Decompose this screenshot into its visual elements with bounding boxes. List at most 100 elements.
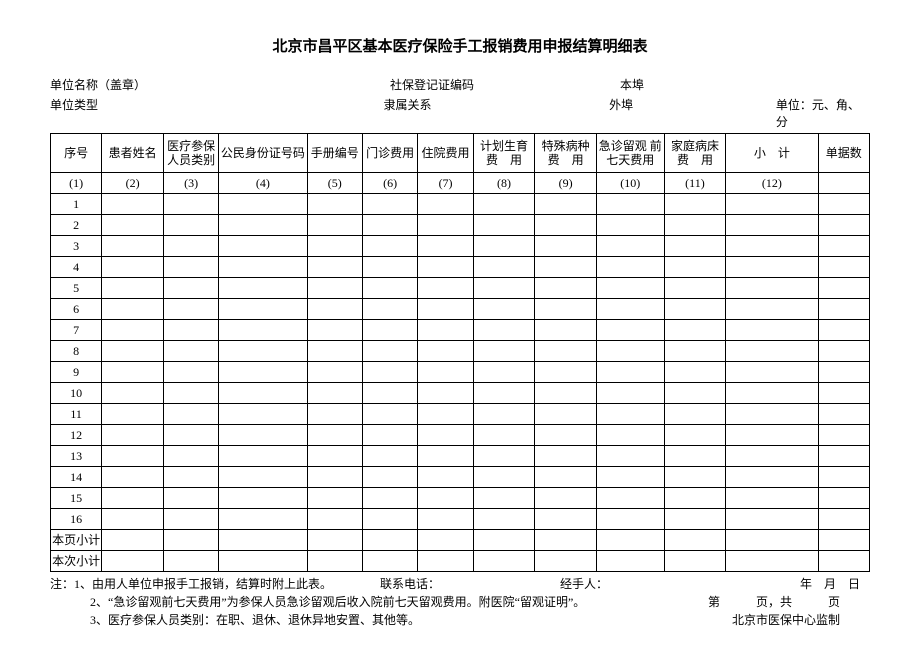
issuer: 北京市医保中心监制: [732, 611, 870, 629]
data-cell: [102, 215, 164, 236]
data-cell: [473, 362, 535, 383]
row-seq-cell: 5: [51, 278, 102, 299]
data-cell: [664, 467, 726, 488]
data-cell: [418, 404, 473, 425]
data-cell: [362, 404, 417, 425]
data-cell: [307, 362, 362, 383]
data-cell: [596, 278, 664, 299]
data-cell: [418, 383, 473, 404]
table-row: 7: [51, 320, 870, 341]
data-cell: [362, 341, 417, 362]
data-cell: [726, 404, 818, 425]
data-cell: [726, 362, 818, 383]
page-title: 北京市昌平区基本医疗保险手工报销费用申报结算明细表: [50, 35, 870, 56]
row-seq-cell: 9: [51, 362, 102, 383]
data-cell: [473, 299, 535, 320]
data-cell: [307, 236, 362, 257]
data-cell: [596, 467, 664, 488]
data-cell: [473, 404, 535, 425]
data-cell: [535, 488, 597, 509]
data-cell: [307, 194, 362, 215]
colnum-cell: (3): [163, 173, 218, 194]
table-row: 4: [51, 257, 870, 278]
data-cell: [726, 320, 818, 341]
data-cell: [219, 299, 307, 320]
data-cell: [726, 509, 818, 530]
hdr-home: 家庭病床 费 用: [664, 134, 726, 173]
data-cell: [535, 278, 597, 299]
data-cell: [219, 320, 307, 341]
hdr-book: 手册编号: [307, 134, 362, 173]
data-cell: [596, 488, 664, 509]
data-cell: [726, 425, 818, 446]
data-cell: [102, 236, 164, 257]
data-cell: [473, 425, 535, 446]
data-cell: [418, 278, 473, 299]
data-cell: [535, 341, 597, 362]
data-cell: [535, 257, 597, 278]
data-cell: [163, 299, 218, 320]
data-cell: [596, 320, 664, 341]
data-cell: [726, 278, 818, 299]
data-cell: [362, 488, 417, 509]
unit-type-label: 单位类型: [50, 96, 383, 130]
data-cell: [596, 299, 664, 320]
data-cell: [362, 299, 417, 320]
hdr-name: 患者姓名: [102, 134, 164, 173]
data-cell: [535, 425, 597, 446]
colnum-cell: (10): [596, 173, 664, 194]
remote-label: 外埠: [609, 96, 776, 130]
colnum-cell: [818, 173, 869, 194]
data-cell: [818, 362, 869, 383]
data-cell: [163, 425, 218, 446]
data-cell: [163, 194, 218, 215]
local-label: 本埠: [620, 76, 790, 93]
table-row: 8: [51, 341, 870, 362]
data-cell: [726, 236, 818, 257]
data-cell: [818, 278, 869, 299]
data-cell: [535, 404, 597, 425]
data-cell: [102, 488, 164, 509]
row-seq-cell: 1: [51, 194, 102, 215]
notes-block: 注： 1、由用人单位申报手工报销，结算时附上此表。 联系电话： 经手人： 年 月…: [50, 575, 870, 629]
colnum-cell: (11): [664, 173, 726, 194]
data-cell: [818, 467, 869, 488]
social-code-label: 社保登记证编码: [390, 76, 620, 93]
data-cell: [596, 509, 664, 530]
data-cell: [664, 236, 726, 257]
hdr-in: 住院费用: [418, 134, 473, 173]
data-cell: [818, 236, 869, 257]
data-cell: [219, 236, 307, 257]
data-cell: [219, 215, 307, 236]
table-row: 12: [51, 425, 870, 446]
data-cell: [418, 488, 473, 509]
row-seq-cell: 14: [51, 467, 102, 488]
data-cell: [664, 320, 726, 341]
data-cell: [307, 509, 362, 530]
data-cell: [473, 446, 535, 467]
data-cell: [418, 446, 473, 467]
data-cell: [818, 425, 869, 446]
hdr-emerg: 急诊留观 前七天费用: [596, 134, 664, 173]
data-cell: [102, 320, 164, 341]
data-cell: [163, 404, 218, 425]
data-cell: [219, 278, 307, 299]
data-cell: [163, 257, 218, 278]
hdr-out: 门诊费用: [362, 134, 417, 173]
data-cell: [307, 341, 362, 362]
data-cell: [102, 383, 164, 404]
this-subtotal-label: 本次小计: [51, 551, 102, 572]
row-seq-cell: 15: [51, 488, 102, 509]
relation-label: 隶属关系: [383, 96, 609, 130]
table-row: 6: [51, 299, 870, 320]
data-cell: [535, 362, 597, 383]
data-cell: [664, 488, 726, 509]
data-cell: [473, 341, 535, 362]
data-cell: [726, 299, 818, 320]
data-cell: [473, 467, 535, 488]
colnum-cell: (4): [219, 173, 307, 194]
colnum-cell: (8): [473, 173, 535, 194]
data-cell: [219, 467, 307, 488]
data-cell: [473, 278, 535, 299]
data-cell: [596, 362, 664, 383]
